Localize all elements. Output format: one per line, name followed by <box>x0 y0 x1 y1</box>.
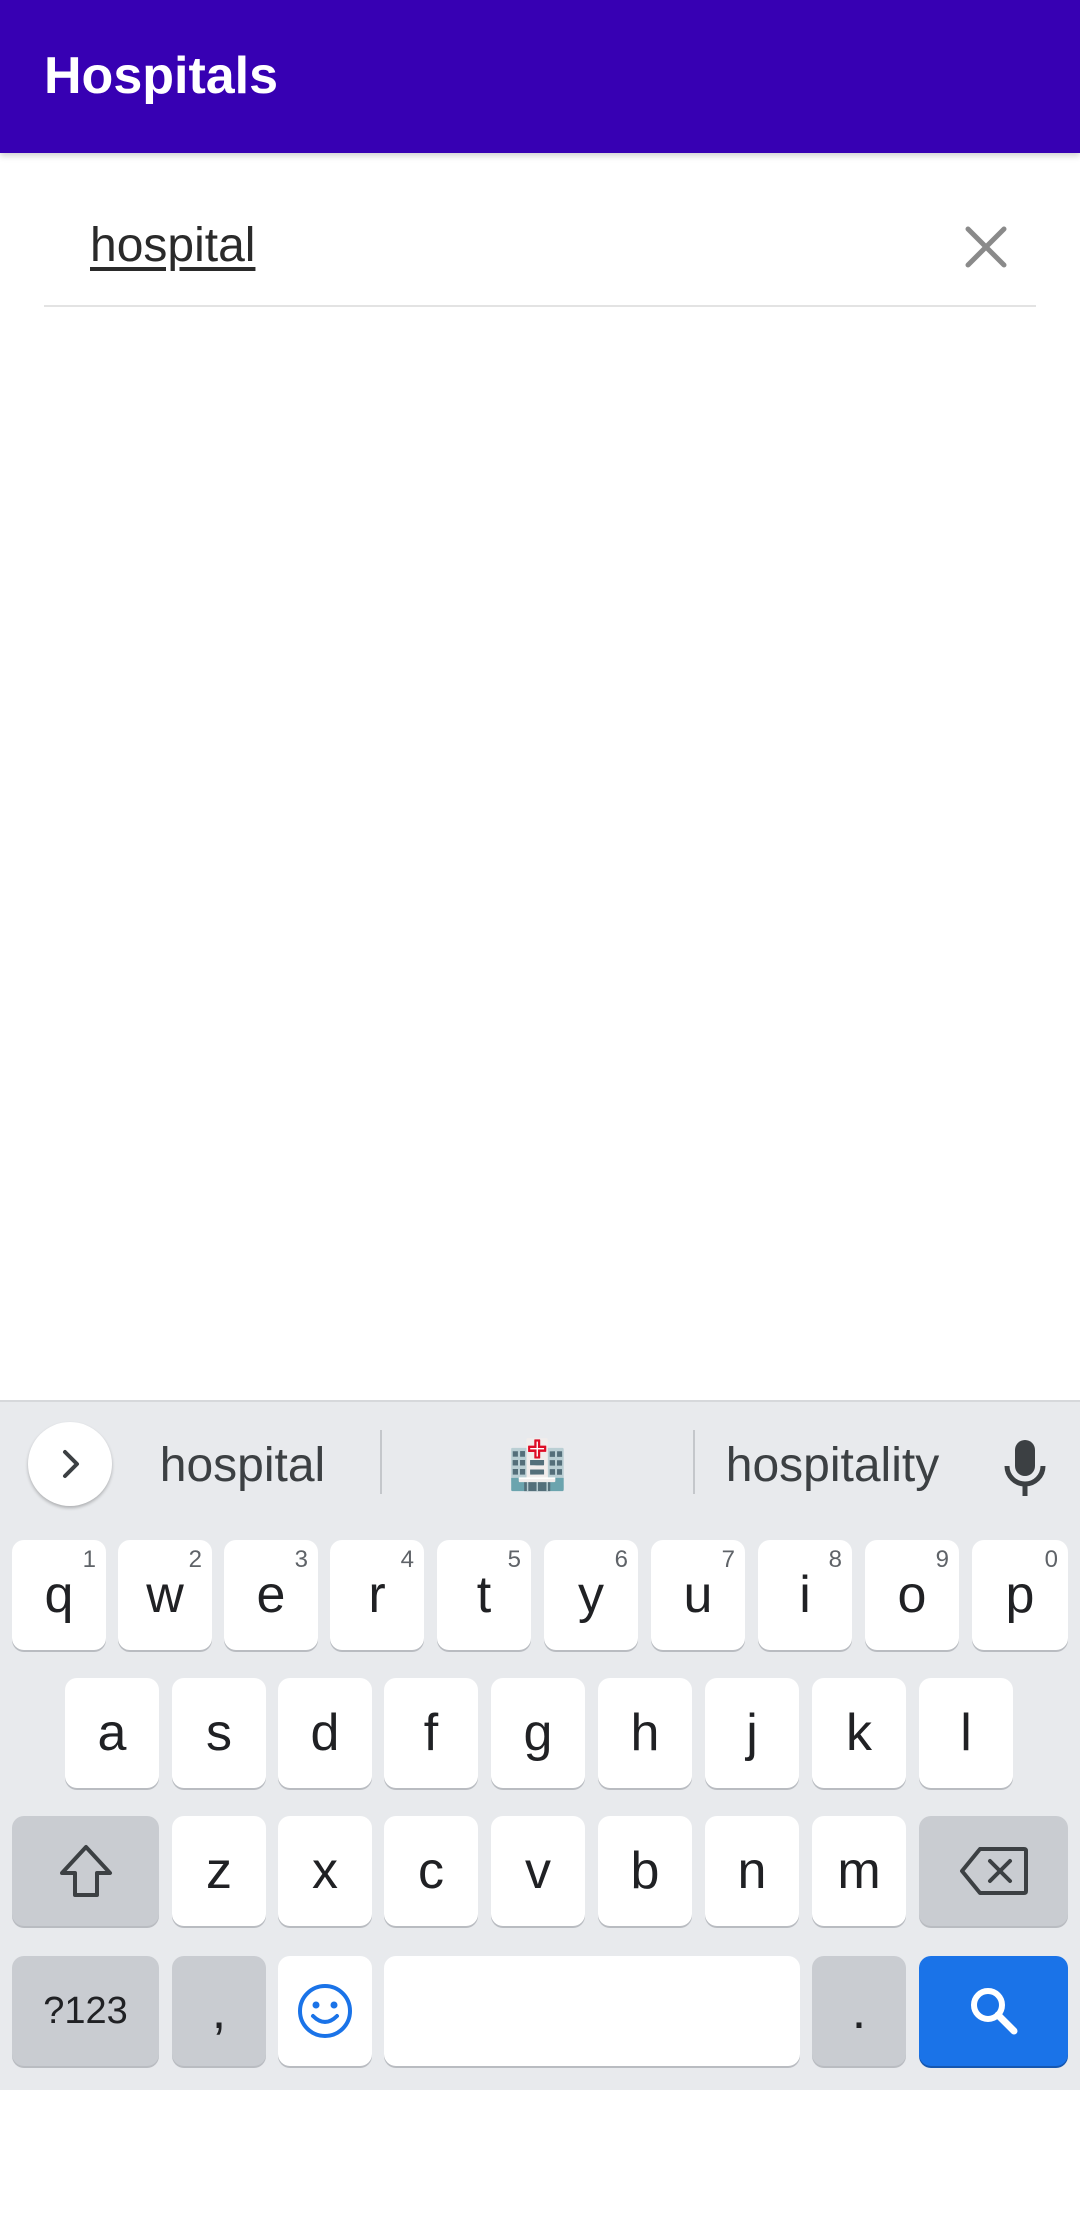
backspace-key[interactable] <box>919 1816 1068 1926</box>
key-p[interactable]: p0 <box>972 1540 1068 1650</box>
symbols-key[interactable]: ?123 <box>12 1956 159 2066</box>
suggestion-1[interactable]: hospital <box>130 1430 355 1502</box>
key-t[interactable]: t5 <box>437 1540 531 1650</box>
key-f[interactable]: f <box>384 1678 478 1788</box>
key-c[interactable]: c <box>384 1816 478 1926</box>
key-n[interactable]: n <box>705 1816 799 1926</box>
search-icon <box>970 1988 1017 2035</box>
suggestion-divider <box>380 1430 382 1494</box>
comma-key[interactable]: , <box>172 1956 266 2066</box>
search-bar <box>44 153 1036 307</box>
emoji-key[interactable] <box>278 1956 372 2066</box>
key-a[interactable]: a <box>65 1678 159 1788</box>
key-b[interactable]: b <box>598 1816 692 1926</box>
suggestion-divider <box>693 1430 695 1494</box>
key-x[interactable]: x <box>278 1816 372 1926</box>
search-input[interactable] <box>90 213 890 277</box>
page-title: Hospitals <box>44 47 279 105</box>
key-e[interactable]: e3 <box>224 1540 318 1650</box>
search-key[interactable] <box>919 1956 1068 2066</box>
key-j[interactable]: j <box>705 1678 799 1788</box>
key-w[interactable]: w2 <box>118 1540 212 1650</box>
key-g[interactable]: g <box>491 1678 585 1788</box>
soft-keyboard: hospital 🏥 hospitality q1 w2 e3 r4 t5 y6… <box>0 1400 1080 2090</box>
backspace-icon <box>959 1847 1028 1895</box>
app-bar: Hospitals <box>0 0 1080 153</box>
key-u[interactable]: u7 <box>651 1540 745 1650</box>
key-v[interactable]: v <box>491 1816 585 1926</box>
key-d[interactable]: d <box>278 1678 372 1788</box>
key-o[interactable]: o9 <box>865 1540 959 1650</box>
key-r[interactable]: r4 <box>330 1540 424 1650</box>
close-icon[interactable] <box>954 215 1018 279</box>
key-h[interactable]: h <box>598 1678 692 1788</box>
key-m[interactable]: m <box>812 1816 906 1926</box>
suggestion-3[interactable]: hospitality <box>705 1430 960 1502</box>
key-s[interactable]: s <box>172 1678 266 1788</box>
period-key[interactable]: . <box>812 1956 906 2066</box>
suggestion-2-emoji[interactable]: 🏥 <box>420 1430 655 1502</box>
keyboard-divider <box>0 1400 1080 1402</box>
microphone-icon[interactable] <box>995 1432 1055 1504</box>
key-k[interactable]: k <box>812 1678 906 1788</box>
emoji-icon <box>298 1984 352 2038</box>
key-q[interactable]: q1 <box>12 1540 106 1650</box>
key-i[interactable]: i8 <box>758 1540 852 1650</box>
key-l[interactable]: l <box>919 1678 1013 1788</box>
shift-icon <box>59 1845 112 1897</box>
bottom-area <box>0 2090 1080 2220</box>
shift-key[interactable] <box>12 1816 159 1926</box>
chevron-right-icon[interactable] <box>28 1422 112 1506</box>
key-z[interactable]: z <box>172 1816 266 1926</box>
key-y[interactable]: y6 <box>544 1540 638 1650</box>
space-key[interactable] <box>384 1956 800 2066</box>
